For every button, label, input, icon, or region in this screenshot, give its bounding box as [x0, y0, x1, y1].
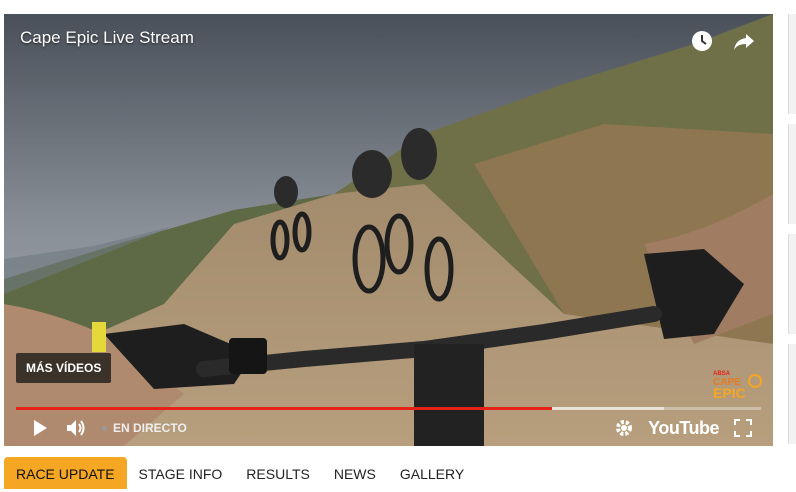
- volume-icon[interactable]: [58, 410, 94, 446]
- youtube-logo[interactable]: YouTube: [648, 418, 719, 439]
- content-tabs: RACE UPDATE STAGE INFO RESULTS NEWS GALL…: [4, 457, 476, 489]
- sidebar-card[interactable]: [788, 234, 796, 334]
- sidebar-card[interactable]: [788, 344, 796, 444]
- play-icon[interactable]: [22, 410, 58, 446]
- more-videos-button[interactable]: MÁS VÍDEOS: [16, 353, 112, 383]
- share-icon[interactable]: [731, 28, 757, 54]
- tab-news[interactable]: NEWS: [322, 457, 388, 489]
- gear-icon[interactable]: [606, 410, 642, 446]
- live-label: EN DIRECTO: [113, 421, 187, 435]
- sidebar-edge: [788, 0, 796, 489]
- control-bar: EN DIRECTO YouTube: [4, 410, 773, 446]
- tab-race-update[interactable]: RACE UPDATE: [4, 457, 127, 489]
- cape-epic-logo: ABSA CAPE EPIC: [711, 366, 763, 402]
- live-indicator: EN DIRECTO: [102, 421, 187, 435]
- sidebar-card[interactable]: [788, 14, 796, 114]
- tab-results[interactable]: RESULTS: [234, 457, 322, 489]
- video-title[interactable]: Cape Epic Live Stream: [20, 28, 194, 48]
- tab-stage-info[interactable]: STAGE INFO: [127, 457, 235, 489]
- video-frame: [4, 14, 773, 446]
- clock-icon[interactable]: [689, 28, 715, 54]
- tab-gallery[interactable]: GALLERY: [388, 457, 476, 489]
- fullscreen-icon[interactable]: [725, 410, 761, 446]
- sidebar-card[interactable]: [788, 124, 796, 224]
- live-dot: [102, 425, 107, 431]
- svg-text:EPIC: EPIC: [713, 385, 746, 401]
- video-player[interactable]: Cape Epic Live Stream MÁS VÍDEOS ABSA CA…: [4, 14, 773, 446]
